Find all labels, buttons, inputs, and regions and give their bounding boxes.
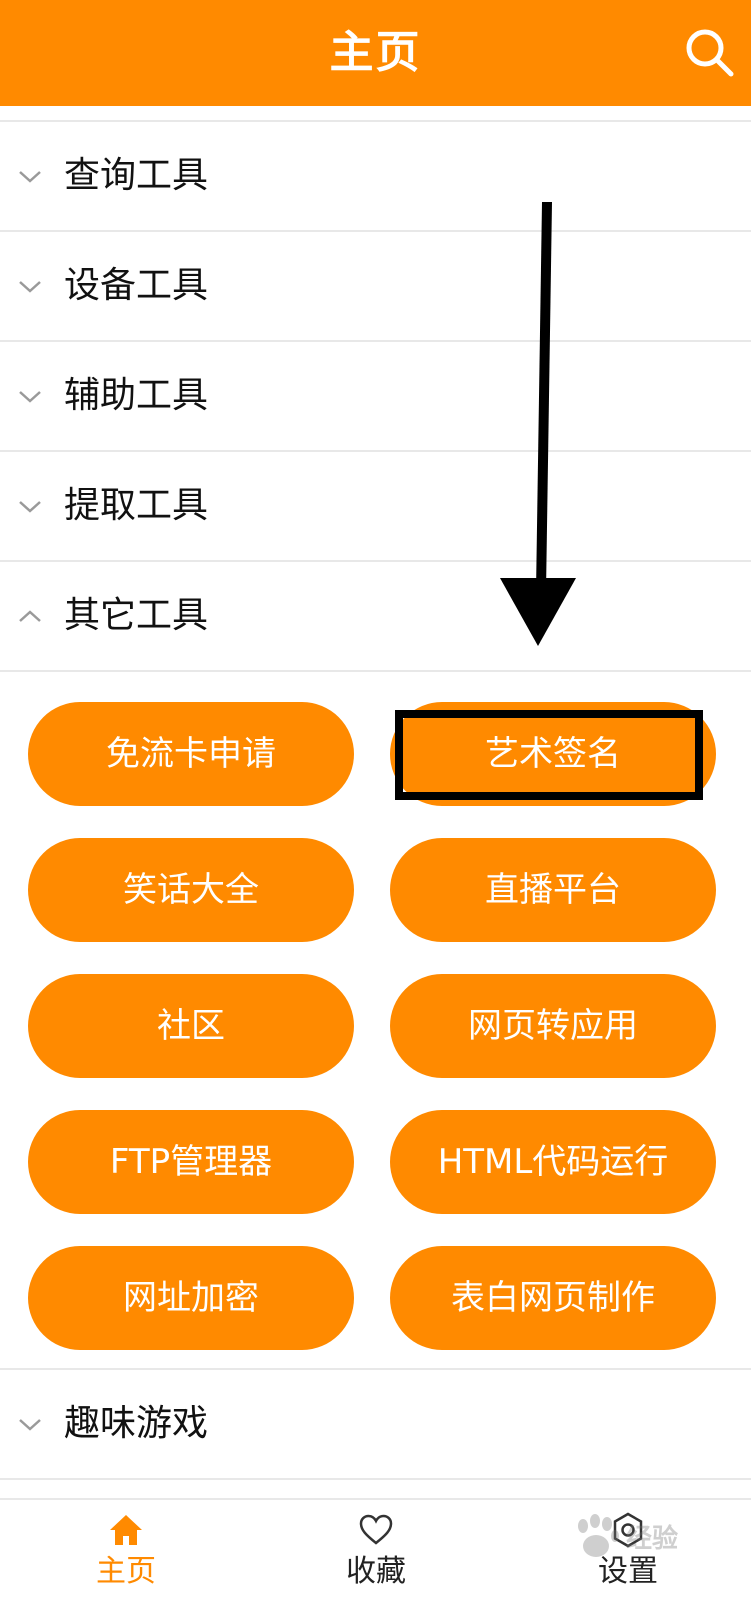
tool-button-free-data-card[interactable]: 免流卡申请 [28,702,354,806]
chevron-down-icon [19,1419,41,1431]
tool-button-ftp-manager[interactable]: FTP管理器 [28,1110,354,1214]
tool-list: 查询工具 设备工具 辅助工具 提取工具 其它工具 免流卡申请 艺术签名 笑话大全… [0,106,751,1480]
category-query-tools[interactable]: 查询工具 [0,122,751,232]
page-title: 主页 [329,27,422,78]
tab-settings[interactable]: 设置 [548,1500,708,1602]
tab-label: 主页 [96,1554,156,1589]
category-other-tools[interactable]: 其它工具 [0,562,751,672]
tool-button-art-signature[interactable]: 艺术签名 [390,702,716,806]
category-fun-games[interactable]: 趣味游戏 [0,1370,751,1480]
category-label: 查询工具 [64,155,209,196]
chevron-down-icon [19,501,41,513]
home-icon [110,1515,142,1545]
heart-icon [359,1514,393,1545]
tab-label: 收藏 [346,1554,406,1589]
search-button[interactable] [681,24,739,82]
tab-label: 设置 [598,1554,658,1589]
category-label: 提取工具 [64,485,209,526]
category-label: 趣味游戏 [64,1403,209,1444]
chevron-down-icon [19,281,41,293]
tool-button-live-platform[interactable]: 直播平台 [390,838,716,942]
tool-button-confession-page[interactable]: 表白网页制作 [390,1246,716,1350]
category-assist-tools[interactable]: 辅助工具 [0,342,751,452]
chevron-up-icon [19,610,41,622]
tool-button-url-encrypt[interactable]: 网址加密 [28,1246,354,1350]
bottom-tab-bar: 主页 收藏 设置 [0,1498,751,1602]
category-device-tools[interactable]: 设备工具 [0,232,751,342]
other-tools-grid: 免流卡申请 艺术签名 笑话大全 直播平台 社区 网页转应用 FTP管理器 HTM… [0,672,751,1370]
category-label: 其它工具 [64,595,209,636]
gear-icon [613,1512,643,1548]
category-label: 设备工具 [64,265,209,306]
category-label: 辅助工具 [64,375,209,416]
search-icon [686,29,734,77]
tab-home[interactable]: 主页 [46,1500,206,1602]
chevron-down-icon [19,171,41,183]
list-top-gap [0,106,751,122]
tool-button-html-runner[interactable]: HTML代码运行 [390,1110,716,1214]
chevron-down-icon [19,391,41,403]
tool-button-web-to-app[interactable]: 网页转应用 [390,974,716,1078]
tool-button-jokes[interactable]: 笑话大全 [28,838,354,942]
tool-button-community[interactable]: 社区 [28,974,354,1078]
category-extract-tools[interactable]: 提取工具 [0,452,751,562]
app-header: 主页 [0,0,751,106]
tab-favorites[interactable]: 收藏 [296,1500,456,1602]
